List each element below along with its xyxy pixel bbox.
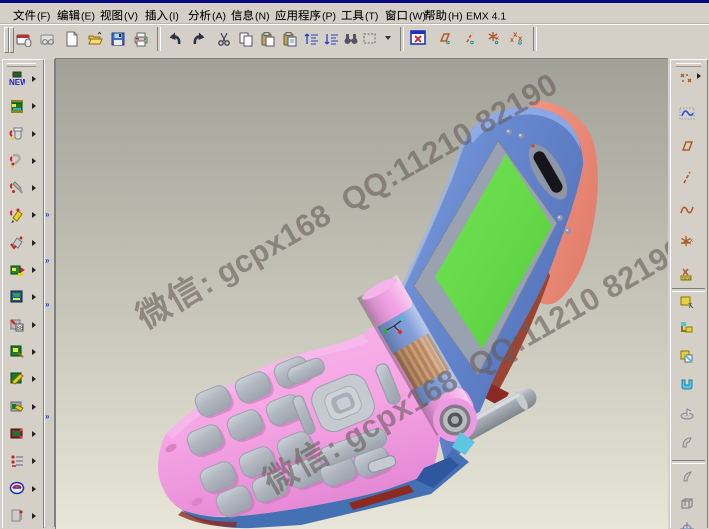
svg-text:(E): (E) bbox=[81, 11, 95, 23]
svg-text:(A): (A) bbox=[212, 11, 226, 23]
svg-text:7: 7 bbox=[688, 303, 692, 310]
svg-text:(H): (H) bbox=[448, 11, 463, 23]
svg-text:x: x bbox=[510, 37, 514, 44]
svg-text:88: 88 bbox=[17, 326, 24, 332]
svg-text:(I): (I) bbox=[169, 11, 179, 23]
svg-text:(W): (W) bbox=[409, 11, 426, 23]
svg-text:(F): (F) bbox=[37, 11, 50, 23]
svg-text:(V): (V) bbox=[124, 11, 138, 23]
svg-text:(N): (N) bbox=[255, 11, 270, 23]
svg-text:x: x bbox=[690, 238, 693, 244]
svg-text:NEW: NEW bbox=[682, 276, 692, 281]
svg-text:(P): (P) bbox=[322, 11, 336, 23]
svg-text:NEW: NEW bbox=[9, 78, 25, 87]
svg-text:(T): (T) bbox=[365, 11, 378, 23]
svg-text:EMX 4.1: EMX 4.1 bbox=[466, 11, 506, 23]
